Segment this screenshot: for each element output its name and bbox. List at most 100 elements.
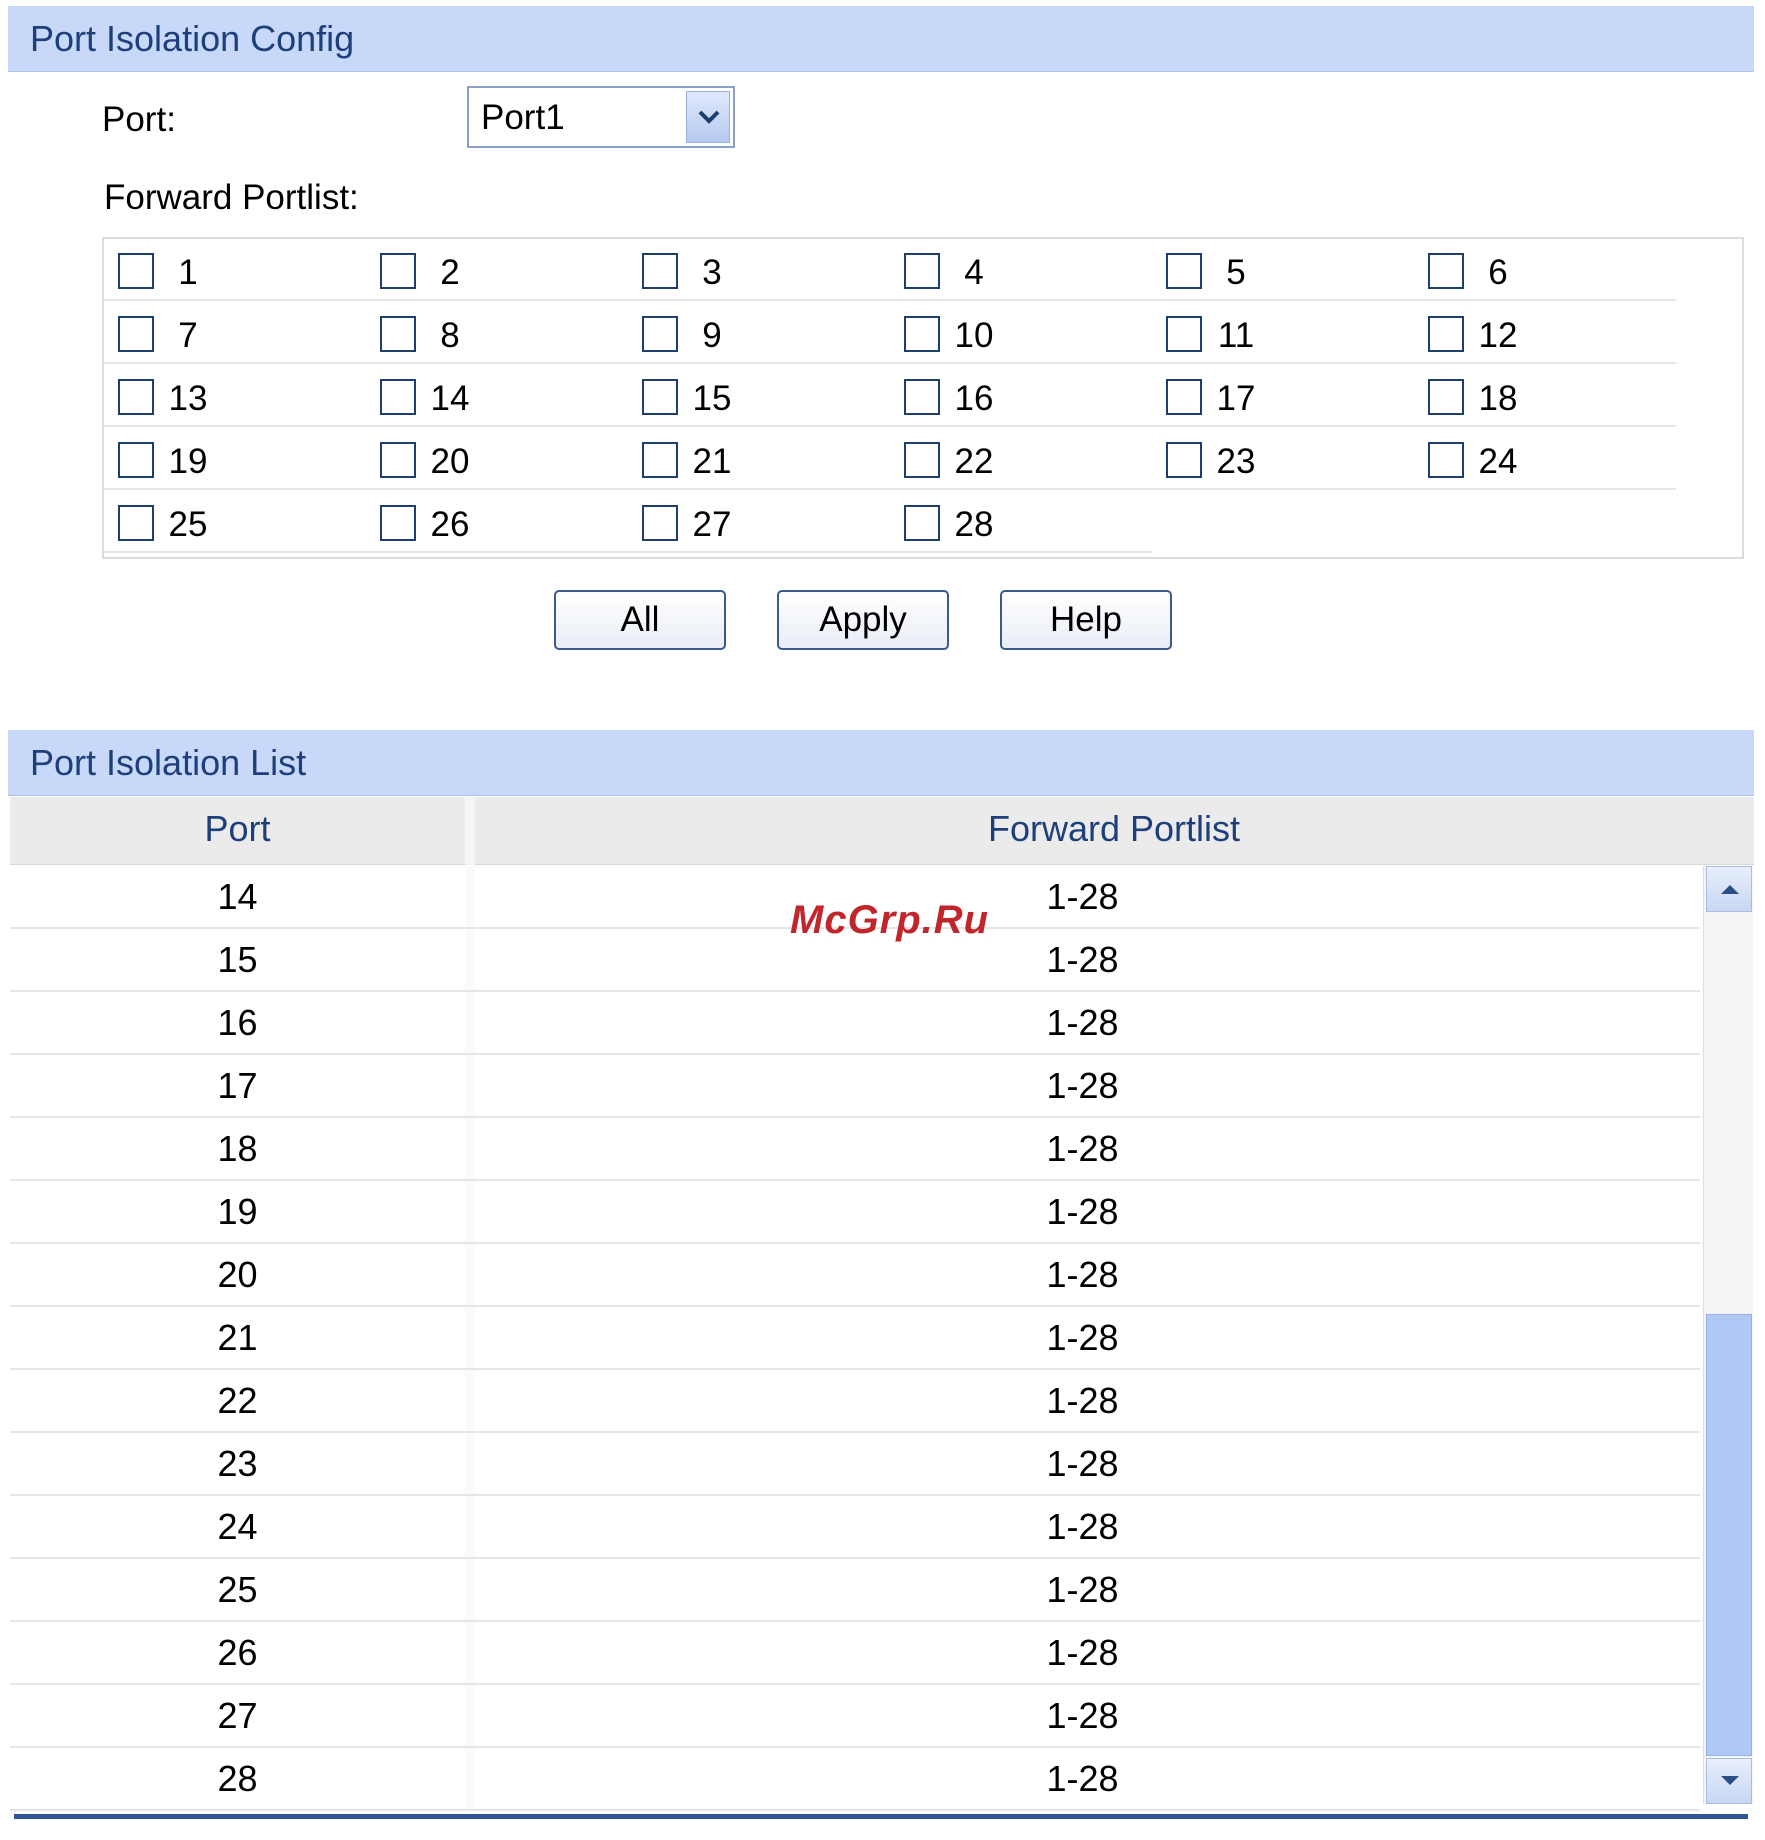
port-select[interactable]: Port1	[467, 86, 735, 148]
port-checkbox[interactable]	[1428, 253, 1464, 289]
port-checkbox[interactable]	[1428, 379, 1464, 415]
row-port: 16	[217, 1002, 258, 1043]
row-forward-portlist: 1-28	[1046, 1254, 1119, 1295]
port-checkbox[interactable]	[118, 442, 154, 478]
port-checkbox-item[interactable]: 21	[628, 428, 890, 490]
watermark: McGrp.Ru	[790, 898, 990, 942]
port-checkbox[interactable]	[1166, 253, 1202, 289]
port-checkbox-item[interactable]: 11	[1152, 302, 1414, 364]
apply-button[interactable]: Apply	[777, 590, 949, 650]
table-row: 26 1-28	[10, 1622, 1700, 1685]
port-checkbox[interactable]	[642, 316, 678, 352]
port-checkbox[interactable]	[904, 253, 940, 289]
port-checkbox[interactable]	[1166, 442, 1202, 478]
port-checkbox-label: 17	[1216, 379, 1256, 418]
port-checkbox-item[interactable]: 1	[104, 239, 366, 301]
isolation-table-body: 14 1-28 15 1-28 16 1-28 17 1-28 18 1-28 19 1-28 20 1-…	[10, 866, 1700, 1811]
chevron-down-icon[interactable]	[686, 91, 730, 143]
port-checkbox[interactable]	[904, 442, 940, 478]
row-forward-portlist: 1-28	[1046, 1380, 1119, 1421]
scroll-down-button[interactable]	[1706, 1758, 1752, 1804]
row-port: 15	[217, 939, 258, 980]
port-checkbox-item[interactable]: 13	[104, 365, 366, 427]
port-checkbox-item[interactable]: 6	[1414, 239, 1676, 301]
table-row: 19 1-28	[10, 1181, 1700, 1244]
row-forward-portlist: 1-28	[1046, 939, 1119, 980]
column-header-forward-portlist: Forward Portlist	[987, 808, 1241, 849]
port-checkbox-label: 2	[440, 253, 460, 292]
port-checkbox[interactable]	[1166, 316, 1202, 352]
row-forward-portlist: 1-28	[1046, 1443, 1119, 1484]
port-checkbox[interactable]	[1428, 442, 1464, 478]
table-row: 24 1-28	[10, 1496, 1700, 1559]
port-checkbox-item[interactable]: 7	[104, 302, 366, 364]
port-checkbox[interactable]	[642, 253, 678, 289]
port-checkbox-item[interactable]: 4	[890, 239, 1152, 301]
port-checkbox[interactable]	[118, 379, 154, 415]
port-checkbox[interactable]	[380, 505, 416, 541]
row-forward-portlist: 1-28	[1046, 1065, 1119, 1106]
port-checkbox-item[interactable]: 17	[1152, 365, 1414, 427]
port-checkbox[interactable]	[642, 442, 678, 478]
port-checkbox-item[interactable]: 24	[1414, 428, 1676, 490]
row-forward-portlist: 1-28	[1046, 1317, 1119, 1358]
port-checkbox-item[interactable]: 16	[890, 365, 1152, 427]
port-checkbox[interactable]	[642, 379, 678, 415]
port-checkbox-item[interactable]: 8	[366, 302, 628, 364]
port-checkbox[interactable]	[1166, 379, 1202, 415]
config-section-header: Port Isolation Config	[8, 6, 1754, 72]
port-checkbox[interactable]	[1428, 316, 1464, 352]
port-checkbox-item[interactable]: 18	[1414, 365, 1676, 427]
port-checkbox[interactable]	[380, 253, 416, 289]
row-port: 20	[217, 1254, 258, 1295]
port-checkbox[interactable]	[380, 442, 416, 478]
port-checkbox-label: 1	[178, 253, 198, 292]
scroll-thumb[interactable]	[1706, 1314, 1752, 1756]
port-checkbox-label: 15	[692, 379, 732, 418]
all-button[interactable]: All	[554, 590, 726, 650]
port-checkbox-item[interactable]: 12	[1414, 302, 1676, 364]
port-checkbox[interactable]	[904, 316, 940, 352]
port-checkbox-item[interactable]: 5	[1152, 239, 1414, 301]
port-checkbox-label: 5	[1226, 253, 1246, 292]
row-forward-portlist: 1-28	[1046, 1632, 1119, 1673]
port-checkbox-label: 14	[430, 379, 470, 418]
port-checkbox[interactable]	[642, 505, 678, 541]
port-checkbox-item[interactable]: 3	[628, 239, 890, 301]
port-checkbox-label: 26	[430, 505, 470, 544]
row-port: 24	[217, 1506, 258, 1547]
port-checkbox-item[interactable]: 26	[366, 491, 628, 553]
port-checkbox-item[interactable]: 2	[366, 239, 628, 301]
port-checkbox-item[interactable]: 22	[890, 428, 1152, 490]
port-checkbox-label: 7	[178, 316, 198, 355]
port-checkbox[interactable]	[118, 505, 154, 541]
port-select-value: Port1	[481, 98, 565, 137]
port-checkbox-item[interactable]: 19	[104, 428, 366, 490]
port-checkbox[interactable]	[380, 379, 416, 415]
port-checkbox-item[interactable]: 9	[628, 302, 890, 364]
port-checkbox[interactable]	[118, 316, 154, 352]
port-checkbox-label: 9	[702, 316, 722, 355]
port-checkbox[interactable]	[380, 316, 416, 352]
config-title: Port Isolation Config	[30, 18, 355, 59]
port-checkbox-item[interactable]: 28	[890, 491, 1152, 553]
port-checkbox-item[interactable]: 25	[104, 491, 366, 553]
table-row: 17 1-28	[10, 1055, 1700, 1118]
help-button[interactable]: Help	[1000, 590, 1172, 650]
port-checkbox-label: 11	[1217, 316, 1255, 355]
port-checkbox-item[interactable]: 14	[366, 365, 628, 427]
row-forward-portlist: 1-28	[1046, 1002, 1119, 1043]
port-checkbox-item[interactable]: 10	[890, 302, 1152, 364]
port-checkbox-item[interactable]: 27	[628, 491, 890, 553]
port-checkbox-label: 6	[1488, 253, 1508, 292]
scroll-up-button[interactable]	[1706, 866, 1752, 912]
port-checkbox[interactable]	[904, 379, 940, 415]
port-checkbox-item[interactable]: 15	[628, 365, 890, 427]
port-checkbox-item[interactable]: 20	[366, 428, 628, 490]
port-checkbox-label: 28	[954, 505, 994, 544]
row-port: 14	[217, 876, 258, 917]
port-checkbox-item[interactable]: 23	[1152, 428, 1414, 490]
port-checkbox[interactable]	[904, 505, 940, 541]
table-scrollbar[interactable]	[1703, 866, 1753, 1804]
port-checkbox[interactable]	[118, 253, 154, 289]
